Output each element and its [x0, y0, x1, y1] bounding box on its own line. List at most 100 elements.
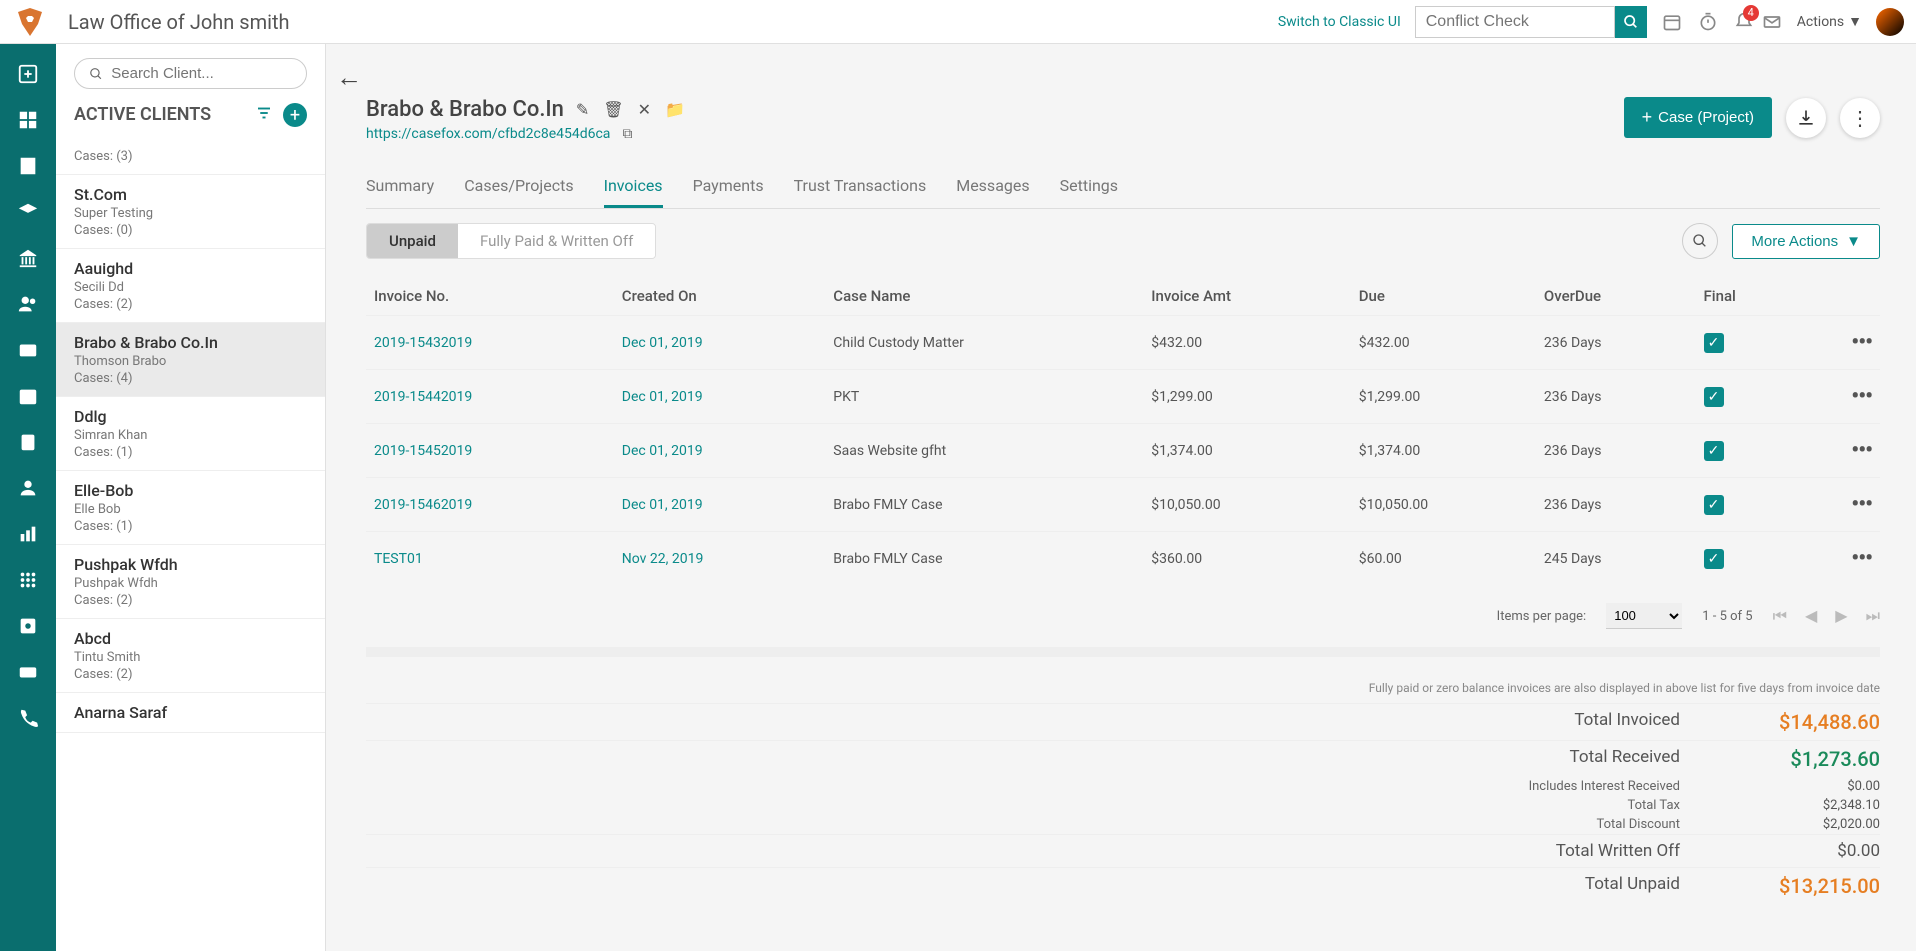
final-check-icon: ✓	[1704, 333, 1724, 353]
mail-icon[interactable]	[1761, 11, 1783, 33]
nav-dashboard-icon[interactable]	[16, 108, 40, 132]
nav-phone-icon[interactable]	[16, 706, 40, 730]
nav-chart-icon[interactable]	[16, 522, 40, 546]
column-header[interactable]: Due	[1351, 277, 1536, 316]
column-header[interactable]: Invoice No.	[366, 277, 614, 316]
row-menu-icon[interactable]: •••	[1851, 492, 1872, 517]
row-menu-icon[interactable]: •••	[1851, 546, 1872, 571]
tab-casesprojects[interactable]: Cases/Projects	[464, 166, 573, 208]
case-name-cell: Brabo FMLY Case	[825, 532, 1143, 586]
add-client-button[interactable]: +	[283, 103, 307, 127]
nav-wallet-icon[interactable]	[16, 338, 40, 362]
timer-icon[interactable]	[1697, 11, 1719, 33]
nav-calendar-icon[interactable]	[16, 384, 40, 408]
tab-messages[interactable]: Messages	[956, 166, 1029, 208]
case-name-cell: Child Custody Matter	[825, 316, 1143, 370]
page-prev-icon[interactable]: ◀	[1805, 606, 1817, 626]
nav-people-icon[interactable]	[16, 292, 40, 316]
created-on-link[interactable]: Dec 01, 2019	[614, 316, 826, 370]
nav-gear-icon[interactable]	[16, 614, 40, 638]
nav-building-icon[interactable]	[16, 154, 40, 178]
created-on-link[interactable]: Dec 01, 2019	[614, 478, 826, 532]
table-row: 2019-15452019Dec 01, 2019Saas Website gf…	[366, 424, 1880, 478]
download-button[interactable]	[1786, 98, 1826, 138]
written-off-label: Total Written Off	[366, 841, 1700, 861]
user-avatar[interactable]	[1876, 8, 1904, 36]
nav-person-icon[interactable]	[16, 476, 40, 500]
client-item[interactable]: AbcdTintu SmithCases: (2)	[56, 619, 325, 693]
calendar-icon[interactable]	[1661, 11, 1683, 33]
nav-bank-icon[interactable]	[16, 246, 40, 270]
created-on-link[interactable]: Dec 01, 2019	[614, 370, 826, 424]
invoice-search-button[interactable]	[1682, 223, 1718, 259]
client-item[interactable]: St.ComSuper TestingCases: (0)	[56, 175, 325, 249]
content-area: ← Brabo & Brabo Co.In ✎ 🗑 ✕ 📁 https://ca…	[326, 44, 1916, 951]
invoice-amt-cell: $1,374.00	[1143, 424, 1351, 478]
more-actions-button[interactable]: More Actions ▼	[1732, 224, 1880, 259]
items-per-page-select[interactable]: 100	[1606, 603, 1682, 629]
page-first-icon[interactable]: ⏮	[1773, 606, 1787, 626]
invoice-no-link[interactable]: 2019-15462019	[366, 478, 614, 532]
total-unpaid-label: Total Unpaid	[366, 874, 1700, 898]
invoice-no-link[interactable]: 2019-15432019	[366, 316, 614, 370]
invoice-amt-cell: $1,299.00	[1143, 370, 1351, 424]
invoice-no-link[interactable]: 2019-15452019	[366, 424, 614, 478]
overdue-cell: 236 Days	[1536, 424, 1696, 478]
client-item[interactable]: DdlgSimran KhanCases: (1)	[56, 397, 325, 471]
nav-card-icon[interactable]	[16, 660, 40, 684]
delete-icon[interactable]: 🗑	[603, 100, 623, 119]
column-header[interactable]: OverDue	[1536, 277, 1696, 316]
overdue-cell: 236 Days	[1536, 370, 1696, 424]
client-item[interactable]: AauighdSecili DdCases: (2)	[56, 249, 325, 323]
tab-summary[interactable]: Summary	[366, 166, 434, 208]
conflict-search-button[interactable]	[1615, 6, 1647, 38]
row-menu-icon[interactable]: •••	[1851, 384, 1872, 409]
nav-grid-icon[interactable]	[16, 568, 40, 592]
row-menu-icon[interactable]: •••	[1851, 438, 1872, 463]
subtab-unpaid[interactable]: Unpaid	[367, 224, 458, 258]
page-next-icon[interactable]: ▶	[1835, 606, 1847, 626]
client-item[interactable]: Pushpak WfdhPushpak WfdhCases: (2)	[56, 545, 325, 619]
tab-payments[interactable]: Payments	[693, 166, 764, 208]
copy-icon[interactable]: ⧉	[622, 126, 632, 142]
page-url[interactable]: https://casefox.com/cfbd2c8e454d6ca	[366, 126, 610, 142]
column-header[interactable]: Created On	[614, 277, 826, 316]
column-header[interactable]: Final	[1696, 277, 1801, 316]
discount-value: $2,020.00	[1700, 817, 1880, 832]
switch-classic-link[interactable]: Switch to Classic UI	[1278, 14, 1401, 30]
invoice-no-link[interactable]: TEST01	[366, 532, 614, 586]
case-name-cell: PKT	[825, 370, 1143, 424]
client-item[interactable]: Elle-BobElle BobCases: (1)	[56, 471, 325, 545]
client-item[interactable]: Brabo & Brabo Co.InThomson BraboCases: (…	[56, 323, 325, 397]
conflict-search-input[interactable]	[1415, 6, 1615, 38]
search-client-input[interactable]	[111, 65, 292, 82]
column-header[interactable]: Case Name	[825, 277, 1143, 316]
edit-icon[interactable]: ✎	[576, 100, 589, 119]
nav-education-icon[interactable]	[16, 200, 40, 224]
back-arrow-icon[interactable]: ←	[336, 62, 362, 93]
page-last-icon[interactable]: ⏭	[1866, 606, 1880, 626]
column-header[interactable]: Invoice Amt	[1143, 277, 1351, 316]
more-menu-button[interactable]: ⋮	[1840, 98, 1880, 138]
final-check-icon: ✓	[1704, 387, 1724, 407]
search-client-wrap[interactable]	[74, 58, 307, 89]
total-invoiced-value: $14,488.60	[1700, 710, 1880, 734]
created-on-link[interactable]: Dec 01, 2019	[614, 424, 826, 478]
nav-clipboard-icon[interactable]	[16, 430, 40, 454]
invoice-no-link[interactable]: 2019-15442019	[366, 370, 614, 424]
actions-dropdown[interactable]: Actions ▼	[1797, 13, 1862, 30]
tab-trusttransactions[interactable]: Trust Transactions	[794, 166, 927, 208]
row-menu-icon[interactable]: •••	[1851, 330, 1872, 355]
page-range: 1 - 5 of 5	[1702, 609, 1752, 624]
filter-icon[interactable]	[255, 104, 273, 126]
archive-icon[interactable]: 📁	[665, 100, 685, 119]
client-item[interactable]: Cases: (3)	[56, 137, 325, 175]
new-case-button[interactable]: +Case (Project)	[1624, 97, 1772, 138]
created-on-link[interactable]: Nov 22, 2019	[614, 532, 826, 586]
client-item[interactable]: Anarna Saraf	[56, 693, 325, 733]
subtab-paid[interactable]: Fully Paid & Written Off	[458, 224, 655, 258]
close-icon[interactable]: ✕	[638, 100, 651, 119]
nav-add-icon[interactable]	[16, 62, 40, 86]
tab-invoices[interactable]: Invoices	[604, 166, 663, 208]
tab-settings[interactable]: Settings	[1060, 166, 1118, 208]
